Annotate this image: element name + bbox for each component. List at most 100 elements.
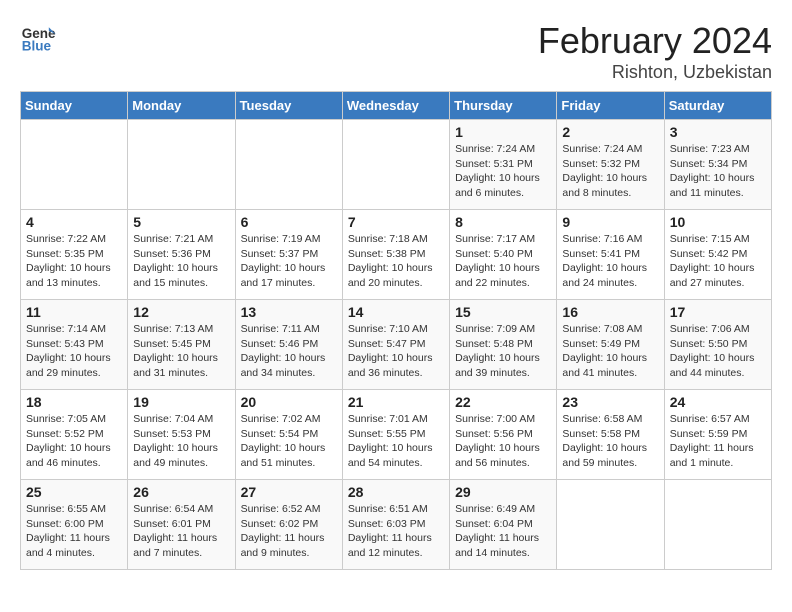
day-info: Sunrise: 7:21 AM Sunset: 5:36 PM Dayligh… — [133, 232, 229, 291]
day-info: Sunrise: 7:16 AM Sunset: 5:41 PM Dayligh… — [562, 232, 658, 291]
header-cell-wednesday: Wednesday — [342, 92, 449, 120]
day-info: Sunrise: 7:17 AM Sunset: 5:40 PM Dayligh… — [455, 232, 551, 291]
day-cell: 22 Sunrise: 7:00 AM Sunset: 5:56 PM Dayli… — [450, 390, 557, 480]
day-cell: 21 Sunrise: 7:01 AM Sunset: 5:55 PM Dayli… — [342, 390, 449, 480]
day-info: Sunrise: 7:14 AM Sunset: 5:43 PM Dayligh… — [26, 322, 122, 381]
day-number: 6 — [241, 214, 337, 230]
day-info: Sunrise: 7:24 AM Sunset: 5:31 PM Dayligh… — [455, 142, 551, 201]
header-cell-sunday: Sunday — [21, 92, 128, 120]
day-cell: 18 Sunrise: 7:05 AM Sunset: 5:52 PM Dayli… — [21, 390, 128, 480]
day-cell: 14 Sunrise: 7:10 AM Sunset: 5:47 PM Dayli… — [342, 300, 449, 390]
day-info: Sunrise: 7:22 AM Sunset: 5:35 PM Dayligh… — [26, 232, 122, 291]
day-info: Sunrise: 7:24 AM Sunset: 5:32 PM Dayligh… — [562, 142, 658, 201]
day-info: Sunrise: 7:10 AM Sunset: 5:47 PM Dayligh… — [348, 322, 444, 381]
week-row-4: 18 Sunrise: 7:05 AM Sunset: 5:52 PM Dayli… — [21, 390, 772, 480]
header-cell-tuesday: Tuesday — [235, 92, 342, 120]
day-cell: 19 Sunrise: 7:04 AM Sunset: 5:53 PM Dayli… — [128, 390, 235, 480]
week-row-3: 11Sunrise: 7:14 AM Sunset: 5:43 PM Dayli… — [21, 300, 772, 390]
day-cell: 9 Sunrise: 7:16 AM Sunset: 5:41 PM Daylig… — [557, 210, 664, 300]
day-info: Sunrise: 7:00 AM Sunset: 5:56 PM Dayligh… — [455, 412, 551, 471]
week-row-5: 25Sunrise: 6:55 AM Sunset: 6:00 PM Dayli… — [21, 480, 772, 570]
day-number: 4 — [26, 214, 122, 230]
calendar-header-row: SundayMondayTuesdayWednesdayThursdayFrid… — [21, 92, 772, 120]
header-cell-thursday: Thursday — [450, 92, 557, 120]
day-info: Sunrise: 7:05 AM Sunset: 5:52 PM Dayligh… — [26, 412, 122, 471]
day-cell: 26 Sunrise: 6:54 AM Sunset: 6:01 PM Dayli… — [128, 480, 235, 570]
day-number: 27 — [241, 484, 337, 500]
day-number: 13 — [241, 304, 337, 320]
day-cell: 10 Sunrise: 7:15 AM Sunset: 5:42 PM Dayli… — [664, 210, 771, 300]
day-number: 16 — [562, 304, 658, 320]
day-number: 22 — [455, 394, 551, 410]
day-number: 17 — [670, 304, 766, 320]
day-number: 29 — [455, 484, 551, 500]
week-row-1: 1 Sunrise: 7:24 AM Sunset: 5:31 PM Daylig… — [21, 120, 772, 210]
day-info: Sunrise: 7:09 AM Sunset: 5:48 PM Dayligh… — [455, 322, 551, 381]
week-row-2: 4 Sunrise: 7:22 AM Sunset: 5:35 PM Daylig… — [21, 210, 772, 300]
day-info: Sunrise: 7:01 AM Sunset: 5:55 PM Dayligh… — [348, 412, 444, 471]
day-number: 28 — [348, 484, 444, 500]
day-number: 14 — [348, 304, 444, 320]
day-number: 26 — [133, 484, 229, 500]
day-number: 24 — [670, 394, 766, 410]
location-title: Rishton, Uzbekistan — [538, 62, 772, 83]
day-cell — [21, 120, 128, 210]
header-cell-monday: Monday — [128, 92, 235, 120]
day-number: 15 — [455, 304, 551, 320]
title-area: February 2024 Rishton, Uzbekistan — [538, 20, 772, 83]
day-info: Sunrise: 6:57 AM Sunset: 5:59 PM Dayligh… — [670, 412, 766, 471]
day-cell: 27 Sunrise: 6:52 AM Sunset: 6:02 PM Dayli… — [235, 480, 342, 570]
day-cell: 16 Sunrise: 7:08 AM Sunset: 5:49 PM Dayli… — [557, 300, 664, 390]
day-number: 12 — [133, 304, 229, 320]
day-cell: 29 Sunrise: 6:49 AM Sunset: 6:04 PM Dayli… — [450, 480, 557, 570]
logo: General Blue — [20, 20, 56, 56]
day-cell: 24 Sunrise: 6:57 AM Sunset: 5:59 PM Dayli… — [664, 390, 771, 480]
day-number: 8 — [455, 214, 551, 230]
header-cell-friday: Friday — [557, 92, 664, 120]
day-info: Sunrise: 6:51 AM Sunset: 6:03 PM Dayligh… — [348, 502, 444, 561]
day-info: Sunrise: 7:11 AM Sunset: 5:46 PM Dayligh… — [241, 322, 337, 381]
logo-icon: General Blue — [20, 20, 56, 56]
day-cell: 28 Sunrise: 6:51 AM Sunset: 6:03 PM Dayli… — [342, 480, 449, 570]
day-number: 19 — [133, 394, 229, 410]
day-info: Sunrise: 6:52 AM Sunset: 6:02 PM Dayligh… — [241, 502, 337, 561]
day-number: 18 — [26, 394, 122, 410]
day-cell: 4 Sunrise: 7:22 AM Sunset: 5:35 PM Daylig… — [21, 210, 128, 300]
day-cell — [342, 120, 449, 210]
calendar-body: 1 Sunrise: 7:24 AM Sunset: 5:31 PM Daylig… — [21, 120, 772, 570]
header: General Blue February 2024 Rishton, Uzbe… — [20, 20, 772, 83]
day-cell — [128, 120, 235, 210]
day-number: 10 — [670, 214, 766, 230]
day-info: Sunrise: 7:23 AM Sunset: 5:34 PM Dayligh… — [670, 142, 766, 201]
day-cell: 15 Sunrise: 7:09 AM Sunset: 5:48 PM Dayli… — [450, 300, 557, 390]
day-cell — [235, 120, 342, 210]
day-number: 1 — [455, 124, 551, 140]
header-cell-saturday: Saturday — [664, 92, 771, 120]
day-info: Sunrise: 6:55 AM Sunset: 6:00 PM Dayligh… — [26, 502, 122, 561]
day-number: 21 — [348, 394, 444, 410]
day-cell: 8 Sunrise: 7:17 AM Sunset: 5:40 PM Daylig… — [450, 210, 557, 300]
day-cell: 12Sunrise: 7:13 AM Sunset: 5:45 PM Dayli… — [128, 300, 235, 390]
day-number: 20 — [241, 394, 337, 410]
day-cell: 11Sunrise: 7:14 AM Sunset: 5:43 PM Dayli… — [21, 300, 128, 390]
day-cell: 3 Sunrise: 7:23 AM Sunset: 5:34 PM Daylig… — [664, 120, 771, 210]
month-title: February 2024 — [538, 20, 772, 62]
day-cell: 2 Sunrise: 7:24 AM Sunset: 5:32 PM Daylig… — [557, 120, 664, 210]
day-number: 2 — [562, 124, 658, 140]
day-info: Sunrise: 7:18 AM Sunset: 5:38 PM Dayligh… — [348, 232, 444, 291]
day-number: 9 — [562, 214, 658, 230]
day-info: Sunrise: 6:54 AM Sunset: 6:01 PM Dayligh… — [133, 502, 229, 561]
day-info: Sunrise: 7:15 AM Sunset: 5:42 PM Dayligh… — [670, 232, 766, 291]
day-number: 3 — [670, 124, 766, 140]
day-cell: 23Sunrise: 6:58 AM Sunset: 5:58 PM Dayli… — [557, 390, 664, 480]
day-cell: 6Sunrise: 7:19 AM Sunset: 5:37 PM Daylig… — [235, 210, 342, 300]
day-number: 23 — [562, 394, 658, 410]
day-cell: 5Sunrise: 7:21 AM Sunset: 5:36 PM Daylig… — [128, 210, 235, 300]
day-cell — [557, 480, 664, 570]
day-cell: 1 Sunrise: 7:24 AM Sunset: 5:31 PM Daylig… — [450, 120, 557, 210]
day-info: Sunrise: 7:08 AM Sunset: 5:49 PM Dayligh… — [562, 322, 658, 381]
day-cell — [664, 480, 771, 570]
calendar-table: SundayMondayTuesdayWednesdayThursdayFrid… — [20, 91, 772, 570]
day-info: Sunrise: 6:49 AM Sunset: 6:04 PM Dayligh… — [455, 502, 551, 561]
day-info: Sunrise: 7:04 AM Sunset: 5:53 PM Dayligh… — [133, 412, 229, 471]
